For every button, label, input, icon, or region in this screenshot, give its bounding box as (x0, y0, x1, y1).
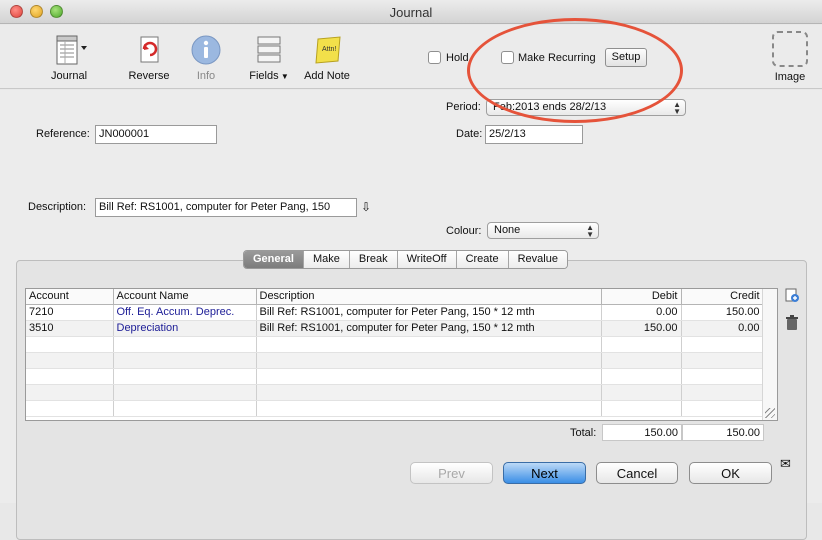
cell-account[interactable]: 3510 (26, 320, 114, 337)
colour-select[interactable]: None ▲ ▼ (487, 222, 599, 239)
ok-button[interactable]: OK (689, 462, 772, 484)
tab-make[interactable]: Make (302, 251, 349, 268)
reverse-button[interactable]: Reverse (124, 33, 174, 82)
total-credit: 150.00 (682, 424, 764, 441)
table-scrollbar[interactable] (762, 289, 777, 420)
description-expand-icon[interactable]: ⇩ (361, 200, 371, 214)
info-button[interactable]: Info (186, 33, 226, 82)
title-bar: Journal (0, 0, 822, 24)
colour-label: Colour: (446, 225, 482, 237)
empty-table-row[interactable] (26, 352, 764, 369)
cell-description[interactable]: Bill Ref: RS1001, computer for Peter Pan… (256, 304, 602, 321)
column-header-account-name[interactable]: Account Name (113, 289, 257, 305)
image-label: Image (774, 71, 806, 83)
table-header-row: Account Account Name Description Debit C… (26, 289, 764, 305)
toolbar: Journal Reverse Info Fields ▼ Attn! Add (0, 25, 822, 89)
empty-table-row[interactable] (26, 400, 764, 417)
description-field[interactable]: Bill Ref: RS1001, computer for Peter Pan… (95, 198, 357, 217)
fields-icon (257, 36, 281, 63)
journal-lines-table[interactable]: Account Account Name Description Debit C… (25, 288, 778, 421)
reverse-icon (140, 36, 159, 63)
tab-break[interactable]: Break (348, 251, 397, 268)
column-header-credit[interactable]: Credit (681, 289, 764, 305)
hold-checkbox[interactable] (428, 51, 441, 64)
total-debit: 150.00 (602, 424, 682, 441)
colour-select-value: None (494, 224, 521, 236)
image-placeholder-icon (772, 31, 808, 67)
hold-label: Hold (446, 52, 469, 64)
make-recurring-checkbox[interactable] (501, 51, 514, 64)
tab-revalue[interactable]: Revalue (507, 251, 567, 268)
column-header-description[interactable]: Description (256, 289, 602, 305)
sticky-note-text: Attn! (322, 46, 336, 53)
make-recurring-label: Make Recurring (518, 52, 596, 64)
period-select[interactable]: Feb:2013 ends 28/2/13 ▲ ▼ (486, 99, 686, 116)
empty-table-row[interactable] (26, 384, 764, 401)
setup-button[interactable]: Setup (605, 48, 647, 67)
description-label: Description: (28, 201, 87, 213)
updown-arrows-icon: ▲ ▼ (586, 223, 594, 239)
email-envelope-icon[interactable]: ✉ (780, 456, 791, 472)
table-row[interactable]: 7210 Off. Eq. Accum. Deprec. Bill Ref: R… (26, 304, 764, 321)
journal-lines-grid: Account Account Name Description Debit C… (26, 289, 764, 417)
next-button[interactable]: Next (503, 462, 586, 484)
reference-label: Reference: (36, 128, 90, 140)
cell-credit[interactable]: 150.00 (681, 304, 764, 321)
updown-arrows-icon: ▲ ▼ (673, 100, 681, 116)
resize-grip-icon[interactable] (765, 408, 775, 418)
add-note-label: Add Note (304, 70, 350, 82)
tab-general[interactable]: General (244, 251, 303, 268)
journal-button[interactable]: Journal (44, 33, 94, 82)
tab-create[interactable]: Create (455, 251, 508, 268)
fields-menu-arrow-icon: ▼ (278, 72, 289, 81)
cell-description[interactable]: Bill Ref: RS1001, computer for Peter Pan… (256, 320, 602, 337)
empty-table-row[interactable] (26, 336, 764, 353)
totals-label: Total: (570, 427, 597, 439)
trash-icon[interactable] (785, 315, 799, 331)
sticky-note-icon: Attn! (315, 36, 341, 64)
prev-button[interactable]: Prev (410, 462, 493, 484)
reverse-label: Reverse (128, 70, 170, 82)
reference-field[interactable]: JN000001 (95, 125, 217, 144)
journal-label: Journal (50, 70, 88, 82)
journal-tabs: General Make Break WriteOff Create Reval… (243, 250, 568, 269)
cell-credit[interactable]: 0.00 (681, 320, 764, 337)
column-header-debit[interactable]: Debit (601, 289, 682, 305)
image-well[interactable]: Image (768, 29, 812, 83)
cell-account-name[interactable]: Off. Eq. Accum. Deprec. (113, 304, 257, 321)
fields-label: Fields ▼ (249, 70, 289, 82)
column-header-account[interactable]: Account (26, 289, 114, 305)
add-line-icon[interactable] (784, 287, 800, 303)
period-select-value: Feb:2013 ends 28/2/13 (493, 101, 607, 113)
date-label: Date: (456, 128, 483, 140)
cell-account-name[interactable]: Depreciation (113, 320, 257, 337)
tab-writeoff[interactable]: WriteOff (396, 251, 456, 268)
cell-debit[interactable]: 0.00 (601, 304, 682, 321)
period-label: Period: (446, 101, 481, 113)
empty-table-row[interactable] (26, 368, 764, 385)
table-row[interactable]: 3510 Depreciation Bill Ref: RS1001, comp… (26, 320, 764, 337)
cancel-button[interactable]: Cancel (596, 462, 678, 484)
fields-button[interactable]: Fields ▼ (244, 33, 294, 82)
cell-debit[interactable]: 150.00 (601, 320, 682, 337)
cell-account[interactable]: 7210 (26, 304, 114, 321)
add-note-button[interactable]: Attn! Add Note (300, 33, 354, 82)
journal-icon (56, 35, 87, 65)
date-field[interactable]: 25/2/13 (485, 125, 583, 144)
info-label: Info (196, 70, 216, 82)
journal-form: Period: Feb:2013 ends 28/2/13 ▲ ▼ Referen… (0, 90, 822, 540)
info-icon (191, 35, 221, 65)
window-title: Journal (389, 5, 433, 20)
